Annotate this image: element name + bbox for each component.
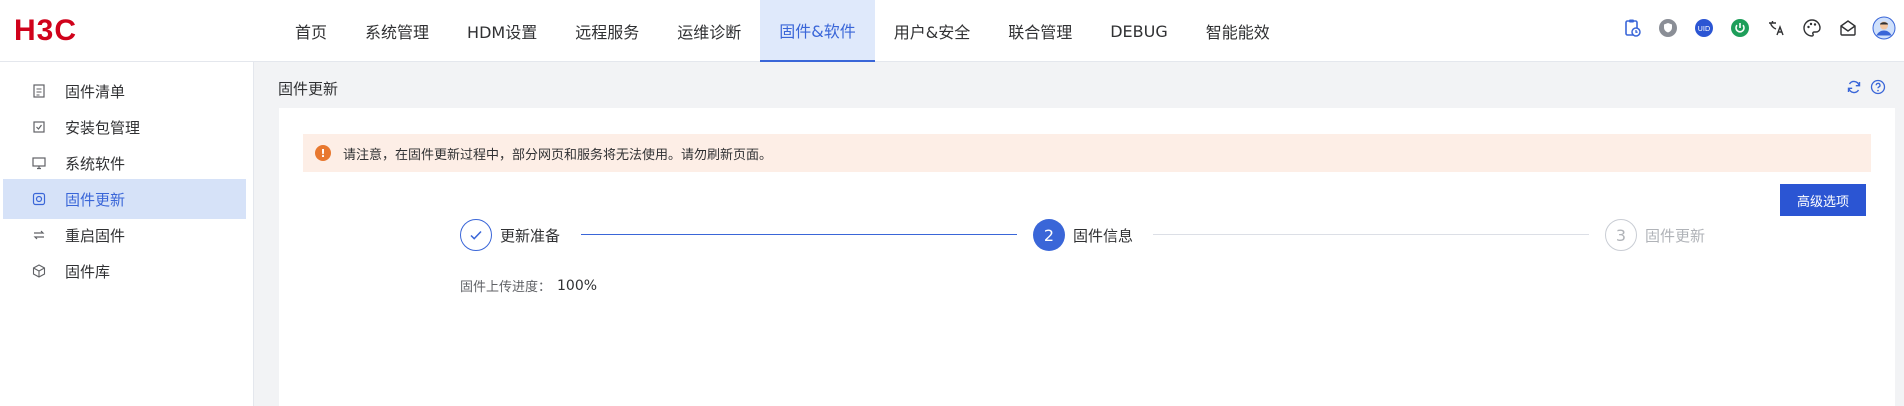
palette-icon[interactable] xyxy=(1800,16,1824,40)
step-firmware-update: 3 固件更新 xyxy=(1605,218,1705,252)
progress-label: 固件上传进度： xyxy=(460,280,552,295)
uid-icon[interactable]: UID xyxy=(1692,16,1716,40)
step-update-preparation: 更新准备 xyxy=(460,218,560,252)
warning-alert: ! 请注意，在固件更新过程中，部分网页和服务将无法使用。请勿刷新页面。 xyxy=(303,134,1871,172)
monitor-icon xyxy=(31,155,47,171)
sidebar-item-firmware-library[interactable]: 固件库 xyxy=(3,251,246,291)
clipboard-clock-icon[interactable] xyxy=(1620,16,1644,40)
mail-icon[interactable] xyxy=(1836,16,1860,40)
nav-maintenance-diagnostics[interactable]: 运维诊断 xyxy=(658,0,760,62)
step-number: 2 xyxy=(1033,219,1065,251)
update-steps: 更新准备 2 固件信息 3 固件更新 xyxy=(279,218,1895,268)
alert-message: 请注意，在固件更新过程中，部分网页和服务将无法使用。请勿刷新页面。 xyxy=(343,147,773,163)
step-label: 固件信息 xyxy=(1073,226,1134,245)
h3c-logo[interactable]: H3C xyxy=(14,16,77,46)
step-number: 3 xyxy=(1605,219,1637,251)
step-connector-done xyxy=(581,234,1017,235)
sidebar-item-restart-firmware[interactable]: 重启固件 xyxy=(3,215,246,255)
sidebar-item-label: 固件更新 xyxy=(65,190,126,209)
nav-user-security[interactable]: 用户&安全 xyxy=(875,0,989,62)
power-icon[interactable] xyxy=(1728,16,1752,40)
sidebar-item-firmware-update[interactable]: 固件更新 xyxy=(3,179,246,219)
sidebar: 固件清单 安装包管理 系统软件 固件更新 重启固件 固件库 xyxy=(0,62,254,406)
top-bar: H3C 首页 系统管理 HDM设置 远程服务 运维诊断 固件&软件 用户&安全 … xyxy=(0,0,1904,62)
step-label: 固件更新 xyxy=(1645,226,1706,245)
list-icon xyxy=(31,83,47,99)
title-toolbar xyxy=(1838,79,1886,95)
help-icon[interactable] xyxy=(1870,79,1886,95)
nav-firmware-software[interactable]: 固件&软件 xyxy=(760,0,875,62)
sidebar-item-firmware-inventory[interactable]: 固件清单 xyxy=(3,71,246,111)
package-icon xyxy=(31,119,47,135)
warning-icon: ! xyxy=(315,145,331,161)
sidebar-item-label: 固件清单 xyxy=(65,82,126,101)
sidebar-item-label: 重启固件 xyxy=(65,226,126,245)
nav-remote-services[interactable]: 远程服务 xyxy=(556,0,658,62)
refresh-icon[interactable] xyxy=(1846,79,1862,95)
language-icon[interactable] xyxy=(1764,16,1788,40)
header-toolbar: UID xyxy=(1608,16,1896,40)
nav-system-management[interactable]: 系统管理 xyxy=(346,0,448,62)
page-title: 固件更新 xyxy=(278,80,339,98)
nav-smart-energy[interactable]: 智能能效 xyxy=(1187,0,1289,62)
nav-debug[interactable]: DEBUG xyxy=(1091,0,1187,62)
shield-icon[interactable] xyxy=(1656,16,1680,40)
sidebar-item-label: 系统软件 xyxy=(65,154,126,173)
step-connector-pending xyxy=(1153,234,1589,235)
main-nav: 首页 系统管理 HDM设置 远程服务 运维诊断 固件&软件 用户&安全 联合管理… xyxy=(276,0,1289,62)
nav-home[interactable]: 首页 xyxy=(276,0,346,62)
step-firmware-info: 2 固件信息 xyxy=(1033,218,1133,252)
advanced-options-button[interactable]: 高级选项 xyxy=(1780,184,1866,216)
restart-icon xyxy=(31,227,47,243)
sidebar-item-label: 固件库 xyxy=(65,262,111,281)
user-avatar-icon[interactable] xyxy=(1872,16,1896,40)
sidebar-item-package-management[interactable]: 安装包管理 xyxy=(3,107,246,147)
uid-label: UID xyxy=(1698,25,1711,33)
check-icon xyxy=(460,219,492,251)
nav-hdm-settings[interactable]: HDM设置 xyxy=(448,0,556,62)
progress-value: 100% xyxy=(557,277,598,294)
nav-federated-management[interactable]: 联合管理 xyxy=(989,0,1091,62)
firmware-update-panel: ! 请注意，在固件更新过程中，部分网页和服务将无法使用。请勿刷新页面。 高级选项… xyxy=(279,108,1895,406)
upload-progress: 固件上传进度： 100% xyxy=(460,276,598,296)
update-icon xyxy=(31,191,47,207)
sidebar-item-label: 安装包管理 xyxy=(65,118,141,137)
cube-icon xyxy=(31,263,47,279)
sidebar-item-system-software[interactable]: 系统软件 xyxy=(3,143,246,183)
step-label: 更新准备 xyxy=(500,226,561,245)
